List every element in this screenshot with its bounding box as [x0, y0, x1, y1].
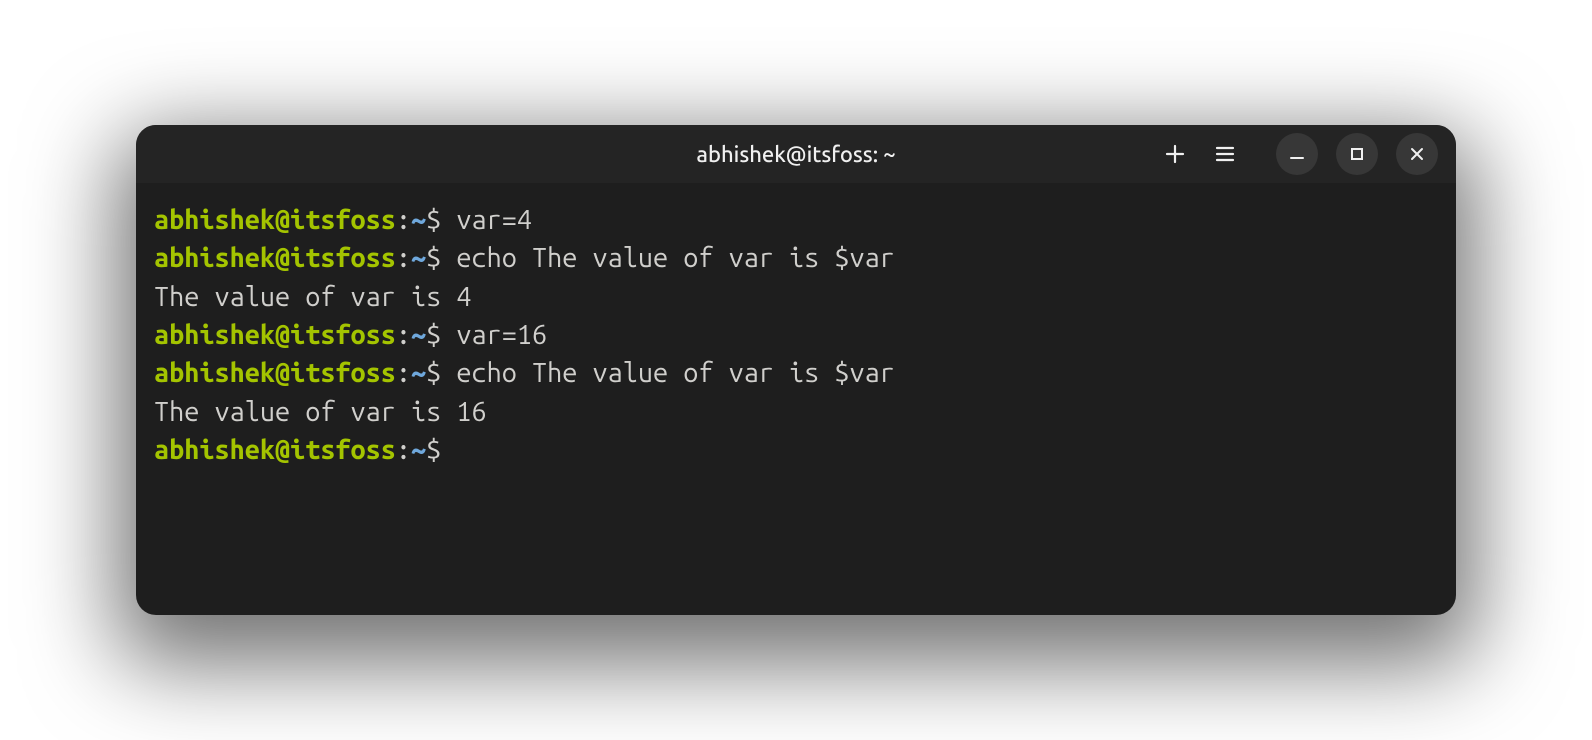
command-text: echo The value of var is $var	[456, 243, 894, 273]
prompt-user-host: abhishek@itsfoss	[154, 358, 396, 388]
terminal-line: abhishek@itsfoss:~$ var=4	[154, 201, 1438, 239]
prompt-user-host: abhishek@itsfoss	[154, 243, 396, 273]
terminal-body[interactable]: abhishek@itsfoss:~$ var=4abhishek@itsfos…	[136, 183, 1456, 615]
prompt-user-host: abhishek@itsfoss	[154, 435, 396, 465]
output-line: The value of var is 4	[154, 278, 1438, 316]
window-title: abhishek@itsfoss: ~	[696, 142, 895, 167]
command-text: var=16	[456, 320, 547, 350]
titlebar: abhishek@itsfoss: ~	[136, 125, 1456, 183]
prompt-path: ~	[411, 243, 426, 273]
terminal-line: abhishek@itsfoss:~$	[154, 431, 1438, 469]
prompt-colon: :	[396, 243, 411, 273]
new-tab-button[interactable]	[1164, 143, 1186, 165]
prompt-colon: :	[396, 435, 411, 465]
prompt-colon: :	[396, 205, 411, 235]
command-text: echo The value of var is $var	[456, 358, 894, 388]
prompt-dollar: $	[426, 205, 441, 235]
prompt-user-host: abhishek@itsfoss	[154, 320, 396, 350]
window-buttons	[1276, 133, 1438, 175]
prompt-path: ~	[411, 205, 426, 235]
menu-button[interactable]	[1214, 143, 1236, 165]
close-button[interactable]	[1396, 133, 1438, 175]
prompt-colon: :	[396, 358, 411, 388]
minimize-button[interactable]	[1276, 133, 1318, 175]
terminal-line: abhishek@itsfoss:~$ echo The value of va…	[154, 354, 1438, 392]
output-line: The value of var is 16	[154, 393, 1438, 431]
maximize-button[interactable]	[1336, 133, 1378, 175]
prompt-path: ~	[411, 435, 426, 465]
prompt-dollar: $	[426, 320, 441, 350]
terminal-line: abhishek@itsfoss:~$ echo The value of va…	[154, 239, 1438, 277]
prompt-dollar: $	[426, 435, 441, 465]
command-text: var=4	[456, 205, 532, 235]
terminal-window: abhishek@itsfoss: ~ abhishek@itsfoss:~	[136, 125, 1456, 615]
terminal-line: abhishek@itsfoss:~$ var=16	[154, 316, 1438, 354]
prompt-colon: :	[396, 320, 411, 350]
prompt-dollar: $	[426, 243, 441, 273]
prompt-user-host: abhishek@itsfoss	[154, 205, 396, 235]
titlebar-controls	[1164, 133, 1438, 175]
prompt-path: ~	[411, 358, 426, 388]
prompt-path: ~	[411, 320, 426, 350]
prompt-dollar: $	[426, 358, 441, 388]
